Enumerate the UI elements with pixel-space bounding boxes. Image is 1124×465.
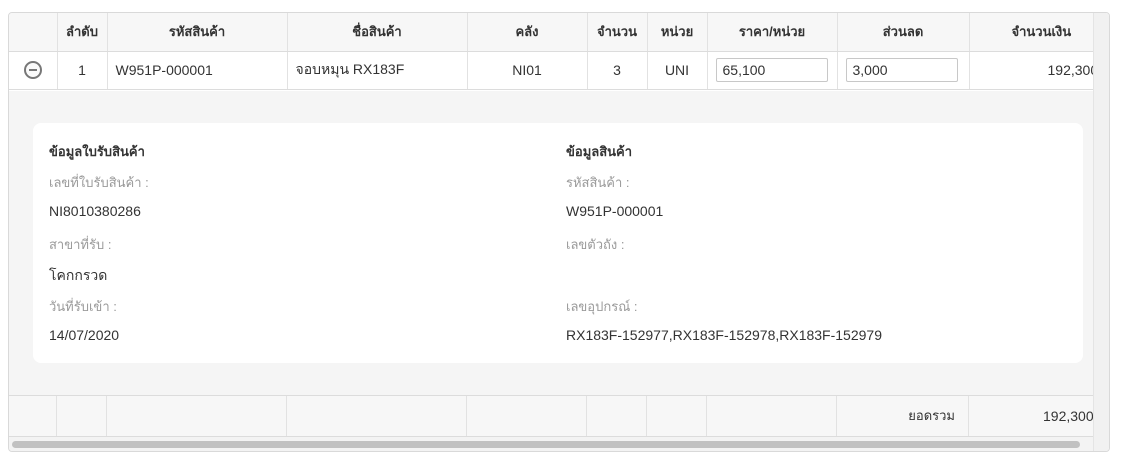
expand-cell [9,51,58,90]
cell-unit: UNI [647,51,708,90]
detail-card: ข้อมูลใบรับสินค้า เลขที่ใบรับสินค้า : NI… [33,123,1083,363]
summary-cell [9,396,57,436]
total-value: 192,300.00 [1043,408,1105,424]
receive-date-value: 14/07/2020 [49,327,120,343]
total-label: ยอดรวม [908,408,955,423]
summary-row: ยอดรวม 192,300.00 [9,395,1105,437]
product-info-title: ข้อมูลสินค้า [566,144,633,159]
header-quantity[interactable]: จำนวน [587,13,648,52]
horizontal-scrollbar-thumb[interactable] [12,441,1080,448]
table-header-row: ลำดับ รหัสสินค้า ชื่อสินค้า คลัง จำนวน ห… [9,13,1109,52]
discount-input[interactable] [845,58,958,82]
cell-index: 1 [57,51,108,90]
tank-no-value [566,265,882,285]
summary-cell [57,396,107,436]
product-code-label: รหัสสินค้า : [566,175,630,190]
receipt-info-title: ข้อมูลใบรับสินค้า [49,144,145,159]
header-unit[interactable]: หน่วย [647,13,708,52]
horizontal-scrollbar[interactable] [9,437,1094,451]
summary-cell [287,396,467,436]
cell-unit-price [707,51,838,90]
summary-cell [587,396,647,436]
header-index[interactable]: ลำดับ [57,13,108,52]
branch-label: สาขาที่รับ : [49,237,112,252]
items-table: ลำดับ รหัสสินค้า ชื่อสินค้า คลัง จำนวน ห… [9,13,1109,90]
summary-cell [467,396,587,436]
collapse-row-icon[interactable] [23,61,42,80]
cell-warehouse: NI01 [467,51,588,90]
header-product-code[interactable]: รหัสสินค้า [107,13,288,52]
branch-value: โคกกรวด [49,267,108,283]
tank-no-label: เลขตัวถัง : [566,237,625,252]
product-code-value: W951P-000001 [566,203,664,219]
summary-cell [647,396,707,436]
equipment-no-label: เลขอุปกรณ์ : [566,299,638,314]
cell-product-name: จอบหมุน RX183F [287,51,468,90]
header-unit-price[interactable]: ราคา/หน่วย [707,13,838,52]
expanded-row-detail: ข้อมูลใบรับสินค้า เลขที่ใบรับสินค้า : NI… [9,91,1094,395]
header-discount[interactable]: ส่วนลด [837,13,970,52]
table-row: 1 W951P-000001 จอบหมุน RX183F NI01 3 UNI… [9,51,1109,90]
header-amount[interactable]: จำนวนเงิน [969,13,1109,52]
summary-cell [107,396,287,436]
header-product-name[interactable]: ชื่อสินค้า [287,13,468,52]
product-info-section: ข้อมูลสินค้า รหัสสินค้า : W951P-000001 เ… [566,141,882,347]
unit-price-input[interactable] [715,58,828,82]
receive-date-label: วันที่รับเข้า : [49,299,117,314]
order-items-panel: ลำดับ รหัสสินค้า ชื่อสินค้า คลัง จำนวน ห… [8,12,1110,452]
cell-amount: 192,300.00 [969,51,1109,90]
cell-quantity: 3 [587,51,648,90]
receipt-no-value: NI8010380286 [49,203,141,219]
receipt-info-section: ข้อมูลใบรับสินค้า เลขที่ใบรับสินค้า : NI… [49,141,149,347]
cell-discount [837,51,970,90]
vertical-scrollbar[interactable] [1093,13,1109,451]
receipt-no-label: เลขที่ใบรับสินค้า : [49,175,149,190]
header-warehouse[interactable]: คลัง [467,13,588,52]
header-expand [9,13,58,52]
cell-product-code: W951P-000001 [107,51,288,90]
summary-cell [707,396,837,436]
equipment-no-value: RX183F-152977,RX183F-152978,RX183F-15297… [566,327,882,343]
